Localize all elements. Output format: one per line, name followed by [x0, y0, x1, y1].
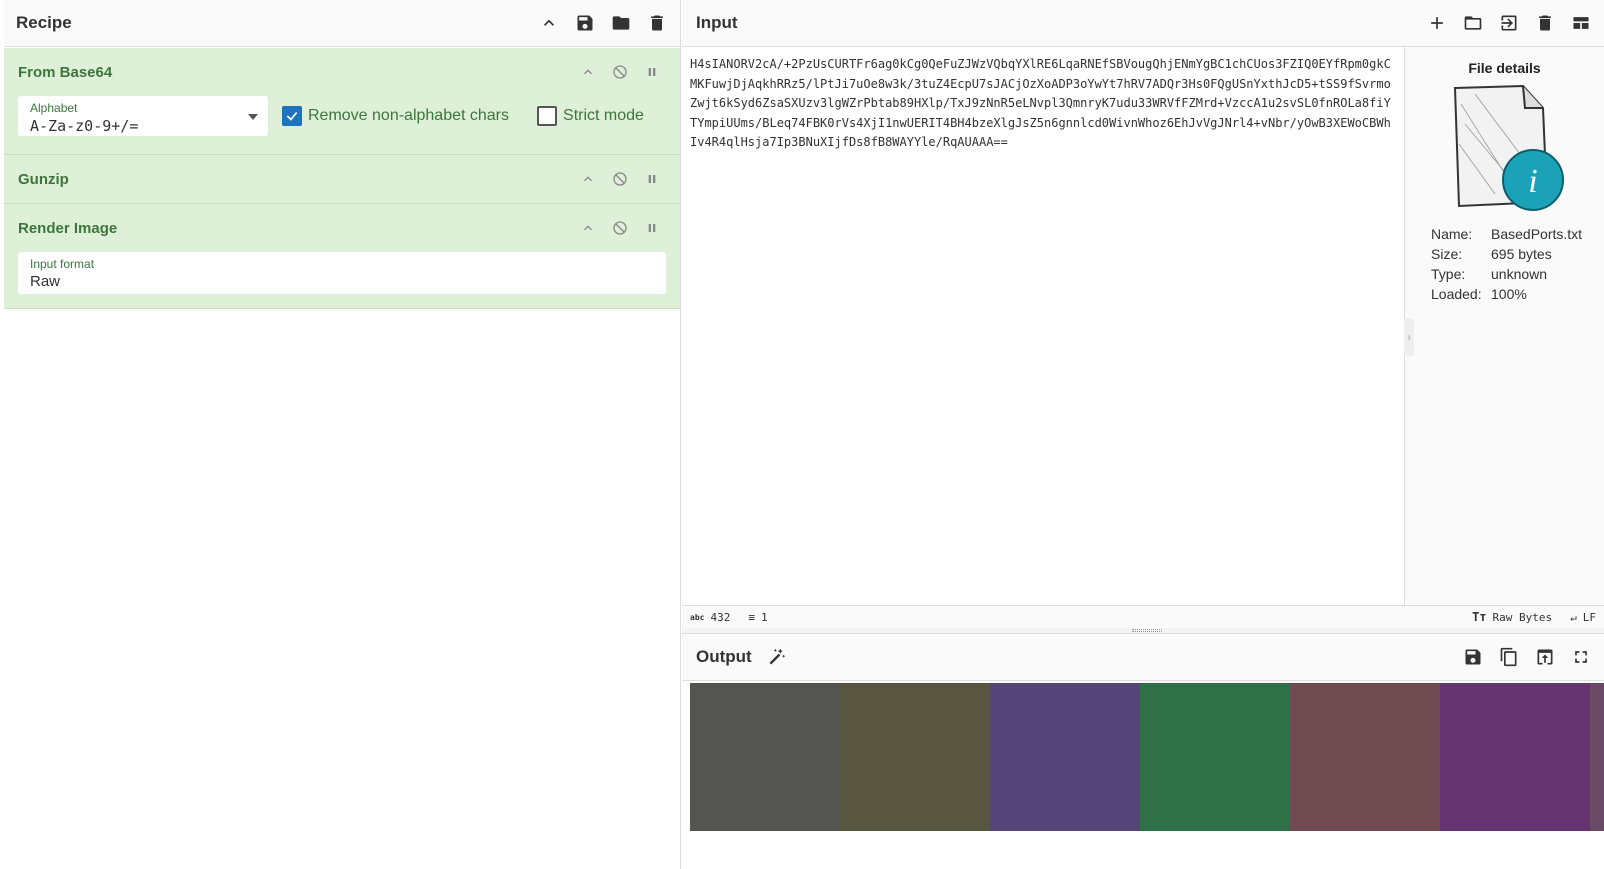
length-value: 432: [710, 610, 731, 624]
return-arrow-icon: ↵: [1570, 610, 1577, 624]
input-format-label: Input format: [30, 257, 95, 271]
maximize-icon[interactable]: [1570, 646, 1592, 668]
input-format-dropdown[interactable]: Input format Raw: [18, 252, 666, 294]
disable-icon[interactable]: [612, 64, 628, 80]
output-header: Output: [682, 634, 1604, 681]
strict-mode-checkbox[interactable]: Strict mode: [537, 106, 644, 126]
color-swatch: [1140, 683, 1290, 831]
file-loaded: 100%: [1491, 286, 1527, 302]
input-status-bar: abc 432 ≡ 1 Tт Raw Bytes ↵ LF: [682, 605, 1604, 628]
disable-icon[interactable]: [612, 220, 628, 236]
copy-output-icon[interactable]: [1498, 646, 1520, 668]
operation-title: From Base64: [18, 63, 113, 81]
breakpoint-icon[interactable]: [644, 171, 660, 187]
loaded-key: Loaded:: [1431, 286, 1482, 302]
open-folder-icon[interactable]: [1462, 12, 1484, 34]
checkbox-checked-icon: [282, 106, 302, 126]
open-file-icon[interactable]: [1498, 12, 1520, 34]
input-panel: Input H4sIANORV2cA/+2PzUsCURTFr6ag0kCg0Q…: [682, 0, 1604, 628]
color-swatch: [840, 683, 990, 831]
reset-layout-icon[interactable]: [1570, 12, 1592, 34]
collapse-details-handle[interactable]: ›: [1404, 318, 1414, 356]
alphabet-label: Alphabet: [30, 101, 78, 115]
alphabet-value: A-Za-z0-9+/=: [30, 117, 139, 135]
save-recipe-icon[interactable]: [574, 12, 596, 34]
cyberchef-app: Recipe From Base64 Alphabet A-Za-z0-9+/=…: [0, 0, 1604, 869]
file-info-icon: i: [1445, 84, 1565, 214]
color-swatch: [1290, 683, 1440, 831]
file-type: unknown: [1491, 266, 1548, 282]
color-swatch: [1440, 683, 1590, 831]
text-encoding-icon: Tт: [1472, 610, 1487, 624]
size-key: Size:: [1431, 246, 1463, 262]
breakpoint-icon[interactable]: [644, 64, 660, 80]
recipe-title: Recipe: [16, 13, 72, 32]
output-title: Output: [696, 647, 752, 666]
load-recipe-icon[interactable]: [610, 12, 632, 34]
lines-icon: ≡: [748, 610, 755, 624]
disable-icon[interactable]: [612, 171, 628, 187]
strict-mode-label: Strict mode: [563, 107, 644, 124]
caret-down-icon: [248, 114, 258, 120]
chevron-up-icon[interactable]: [580, 220, 596, 236]
encoding-button[interactable]: Tт Raw Bytes: [1472, 610, 1552, 624]
clear-recipe-icon[interactable]: [646, 12, 668, 34]
operation-title: Gunzip: [18, 170, 69, 188]
input-header: Input: [682, 0, 1604, 47]
breakpoint-icon[interactable]: [644, 220, 660, 236]
file-size: 695 bytes: [1491, 246, 1552, 262]
svg-text:i: i: [1528, 163, 1537, 200]
name-key: Name:: [1431, 226, 1473, 242]
file-details-title: File details: [1468, 60, 1541, 76]
chevron-up-icon[interactable]: [580, 64, 596, 80]
collapse-all-icon[interactable]: [538, 12, 560, 34]
length-stat: abc 432: [690, 611, 730, 624]
add-tab-icon[interactable]: [1426, 12, 1448, 34]
operation-from-base64: From Base64 Alphabet A-Za-z0-9+/= Remove…: [4, 48, 680, 155]
operation-title: Render Image: [18, 219, 118, 237]
operation-gunzip: Gunzip: [4, 155, 680, 204]
operation-render-image: Render Image Input format Raw: [4, 204, 680, 309]
file-details-panel: File details i Name: BasedPorts.txt Size:…: [1404, 47, 1604, 605]
lines-value: 1: [760, 610, 768, 624]
color-swatch: [690, 683, 840, 831]
input-textarea[interactable]: H4sIANORV2cA/+2PzUsCURTFr6ag0kCg0QeFuZJW…: [682, 47, 1404, 605]
alphabet-dropdown[interactable]: Alphabet A-Za-z0-9+/=: [18, 96, 268, 136]
output-panel: Output: [682, 634, 1604, 869]
remove-non-alphabet-checkbox[interactable]: Remove non-alphabet chars: [282, 106, 509, 126]
eol-value: LF: [1582, 610, 1596, 624]
abc-icon: abc: [690, 612, 705, 622]
color-swatch: [990, 683, 1140, 831]
remove-non-alphabet-label: Remove non-alphabet chars: [308, 107, 510, 124]
input-title: Input: [696, 13, 738, 32]
replace-input-icon[interactable]: [1534, 646, 1556, 668]
checkbox-unchecked-icon: [537, 106, 558, 126]
color-swatch: [1590, 683, 1604, 831]
file-name: BasedPorts.txt: [1491, 226, 1583, 242]
lines-stat: ≡ 1: [748, 611, 767, 624]
recipe-header: Recipe: [4, 0, 680, 47]
magic-wand-icon[interactable]: [766, 646, 788, 668]
chevron-up-icon[interactable]: [580, 171, 596, 187]
grip-icon: [1132, 629, 1162, 632]
eol-button[interactable]: ↵ LF: [1570, 610, 1596, 624]
encoding-value: Raw Bytes: [1492, 610, 1553, 624]
recipe-panel: Recipe From Base64 Alphabet A-Za-z0-9+/=…: [4, 0, 681, 869]
save-output-icon[interactable]: [1462, 646, 1484, 668]
input-format-value: Raw: [30, 273, 61, 290]
clear-input-icon[interactable]: [1534, 12, 1556, 34]
rendered-image: [690, 683, 1604, 831]
type-key: Type:: [1431, 266, 1466, 282]
